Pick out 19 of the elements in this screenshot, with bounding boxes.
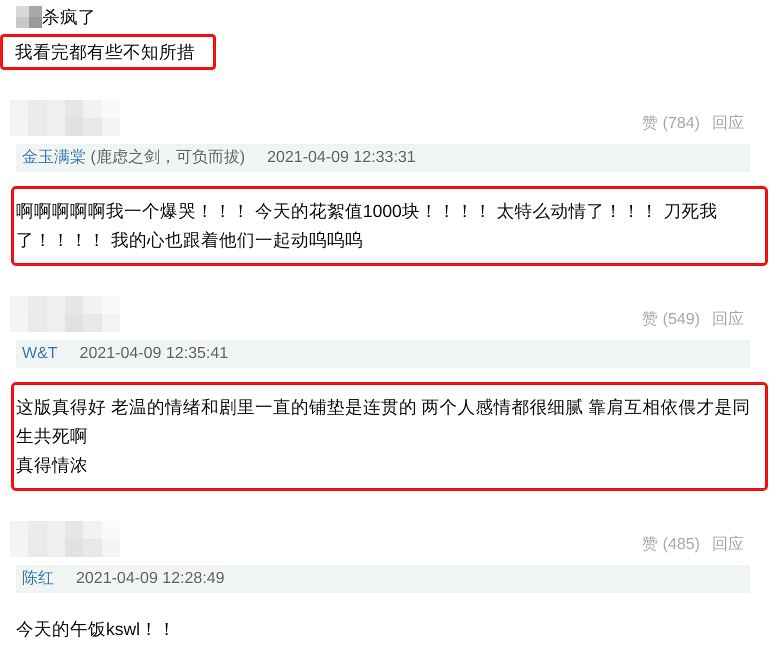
comment-time: 2021-04-09 12:28:49 [76, 569, 225, 589]
comment-text: 啊啊啊啊啊我一个爆哭！！！ 今天的花絮值1000块！！！！ 太特么动情了！！！ 刀死我了！！！！ 我的心也跟着他们一起动呜呜呜 [16, 200, 719, 252]
username-link[interactable]: 金玉满棠 (鹿虑之剑，可负而拔) [22, 146, 246, 170]
comment-text: 真得情浓 [16, 454, 89, 477]
username-link[interactable]: W&T [22, 342, 58, 366]
comment-text: 这版真得好 老温的情绪和剧里一直的铺垫是连贯的 两个人感情都很细腻 靠肩互相依偎才是同生共死啊 [16, 396, 752, 448]
redacted-mosaic [16, 6, 42, 28]
reply-button[interactable]: 回应 [712, 112, 744, 136]
like-button[interactable]: 赞 (485) [642, 533, 700, 557]
comment-time: 2021-04-09 12:35:41 [80, 344, 228, 364]
comment-text: 今天的午饭kswl！！ [16, 618, 178, 641]
like-button[interactable]: 赞 (549) [642, 308, 700, 332]
comment-text: 我看完都有些不知所措 [15, 40, 195, 64]
username-link[interactable]: 陈红 [22, 567, 54, 591]
comment-text: 杀疯了 [42, 6, 96, 29]
comment-time: 2021-04-09 12:33:31 [267, 148, 416, 168]
reply-button[interactable]: 回应 [712, 533, 744, 557]
like-button[interactable]: 赞 (784) [642, 112, 700, 136]
reply-button[interactable]: 回应 [712, 308, 744, 332]
